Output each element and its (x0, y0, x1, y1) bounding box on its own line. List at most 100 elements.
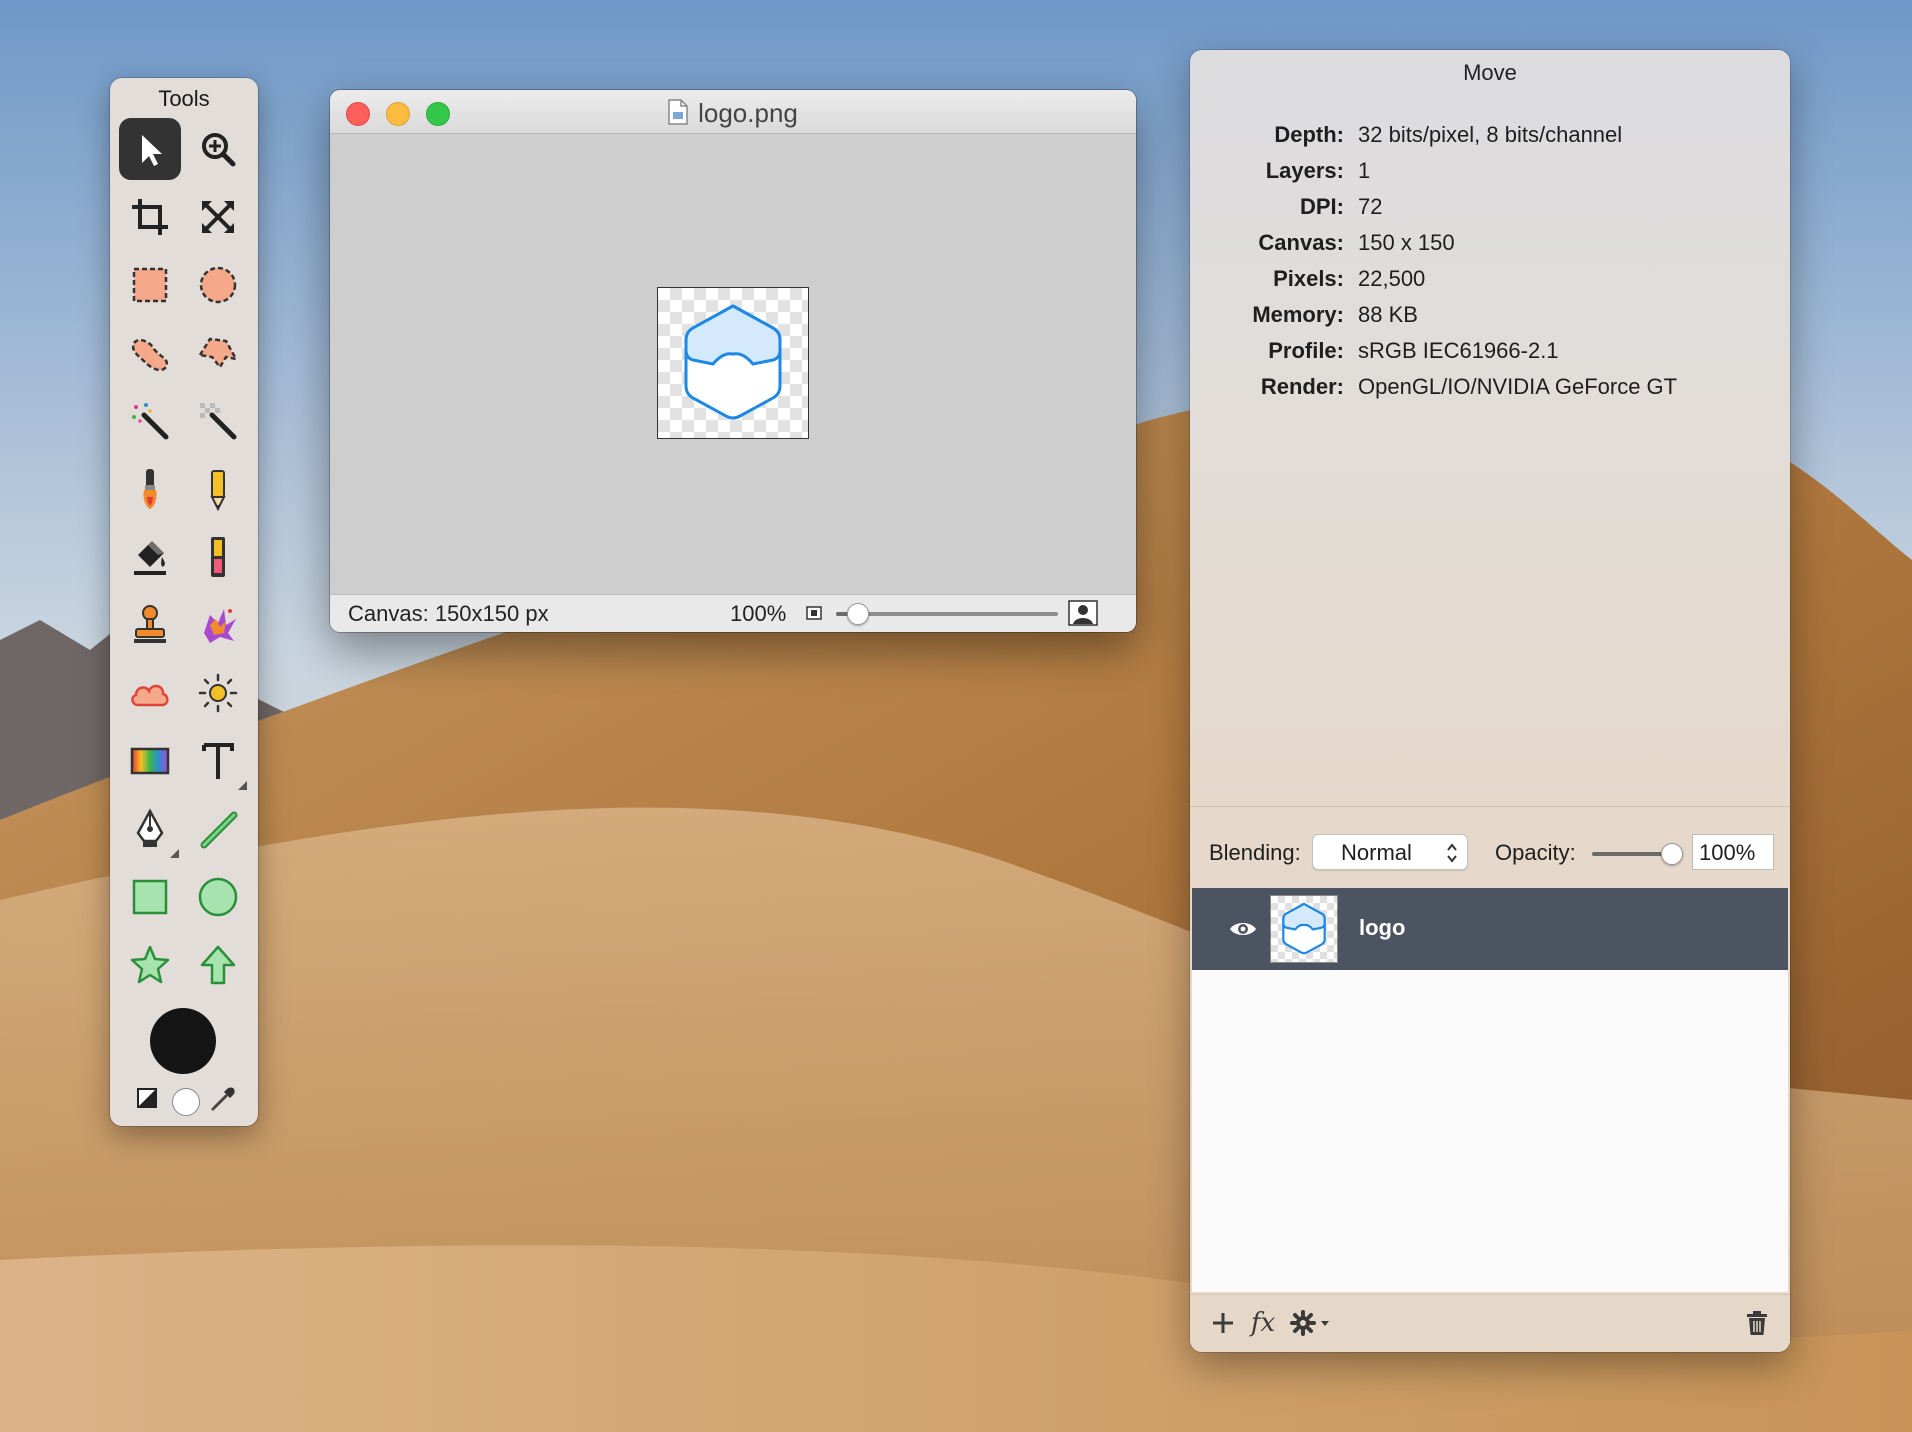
opacity-slider-thumb[interactable] (1661, 843, 1683, 865)
rectangle-shape-tool[interactable] (119, 866, 181, 928)
cube-logo-image (684, 304, 782, 420)
cloud-icon (131, 684, 169, 707)
secondary-color-well[interactable] (172, 1088, 200, 1116)
lasso-icon (131, 338, 169, 372)
zoom-tool[interactable] (187, 118, 249, 180)
rect-selection-icon (132, 267, 168, 303)
clone-stamp-tool[interactable] (119, 594, 181, 656)
ellipse-select-tool[interactable] (187, 254, 249, 316)
info-value: 88 KB (1358, 302, 1418, 327)
zoom-out-image-icon[interactable] (806, 605, 822, 621)
eyedropper-icon[interactable] (208, 1084, 238, 1114)
info-label: DPI: (1300, 194, 1344, 219)
layer-effects-button[interactable]: fx (1248, 1308, 1278, 1338)
submenu-indicator (170, 849, 179, 858)
document-title: logo.png (330, 98, 1136, 129)
layer-options-button[interactable] (1290, 1308, 1338, 1338)
retouch-tool[interactable] (187, 594, 249, 656)
brush-tool[interactable] (119, 458, 181, 520)
info-row-render: Render: OpenGL/IO/NVIDIA GeForce GT (1190, 374, 1790, 410)
canvas-size-label: Canvas: 150x150 px (348, 601, 549, 626)
zoom-slider-thumb[interactable] (847, 603, 870, 625)
fill-tool[interactable] (119, 526, 181, 588)
pencil-icon (210, 470, 226, 511)
opacity-field[interactable]: 100% (1692, 834, 1774, 870)
info-value: sRGB IEC61966-2.1 (1358, 338, 1559, 363)
inspector-panel: Move Depth: 32 bits/pixel, 8 bits/channe… (1190, 50, 1790, 1352)
tools-palette: Tools (110, 78, 258, 1126)
arrow-pointer-icon (142, 135, 162, 166)
cloud-tool[interactable] (119, 662, 181, 724)
star-shape-tool[interactable] (119, 934, 181, 996)
info-row-pixels: Pixels: 22,500 (1190, 266, 1790, 302)
layer-row[interactable]: logo (1192, 888, 1788, 970)
submenu-indicator (238, 781, 247, 790)
plus-icon (1213, 1313, 1233, 1333)
info-value: 22,500 (1358, 266, 1426, 291)
trash-icon (1747, 1311, 1767, 1335)
layers-footer: fx (1190, 1294, 1790, 1352)
paint-bucket-icon (134, 541, 166, 575)
panel-title: Move (1463, 60, 1517, 85)
polygon-lasso-icon (197, 337, 239, 370)
polygon-lasso-tool[interactable] (187, 322, 249, 384)
text-tool[interactable] (187, 730, 249, 792)
ellipse-selection-icon (199, 266, 237, 304)
arrow-shape-tool[interactable] (187, 934, 249, 996)
sun-tool[interactable] (187, 662, 249, 724)
blending-mode-select[interactable]: Normal (1312, 834, 1468, 870)
pen-tool[interactable] (119, 798, 181, 860)
move-tool[interactable] (119, 118, 181, 180)
info-value: 150 x 150 (1358, 230, 1455, 255)
crop-tool[interactable] (119, 186, 181, 248)
info-label: Layers: (1265, 158, 1344, 183)
ellipse-shape-tool[interactable] (187, 866, 249, 928)
info-row-dpi: DPI: 72 (1190, 194, 1790, 230)
rectangle-icon (132, 879, 168, 915)
info-value: 32 bits/pixel, 8 bits/channel (1358, 122, 1623, 147)
info-row-layers: Layers: 1 (1190, 158, 1790, 194)
eraser-icon (211, 537, 225, 577)
zoom-in-image-icon[interactable] (1068, 600, 1098, 626)
eraser-tool[interactable] (187, 526, 249, 588)
swap-colors-icon[interactable] (137, 1088, 157, 1108)
chevron-up-down-icon (1447, 843, 1457, 863)
crop-icon (132, 199, 168, 235)
add-layer-button[interactable] (1208, 1308, 1238, 1338)
document-title-text: logo.png (698, 98, 798, 128)
resize-tool[interactable] (187, 186, 249, 248)
info-label: Depth: (1274, 122, 1344, 147)
info-label: Render: (1260, 374, 1344, 399)
info-label: Canvas: (1258, 230, 1344, 255)
delete-layer-button[interactable] (1744, 1308, 1770, 1338)
info-row-depth: Depth: 32 bits/pixel, 8 bits/channel (1190, 122, 1790, 158)
info-value: 1 (1358, 158, 1371, 183)
line-tool[interactable] (187, 798, 249, 860)
document-window: logo.png Canvas: 150x150 px 100% (330, 90, 1136, 632)
blending-mode-value: Normal (1341, 840, 1412, 865)
opacity-slider[interactable] (1592, 843, 1683, 865)
pen-nib-icon (136, 808, 164, 847)
document-titlebar[interactable]: logo.png (330, 90, 1136, 134)
remove-background-tool[interactable] (187, 390, 249, 452)
eye-visibility-icon[interactable] (1228, 918, 1258, 940)
checker-wand-icon (200, 403, 237, 440)
image-canvas[interactable] (657, 287, 809, 439)
info-label: Pixels: (1273, 266, 1344, 291)
primary-color-well[interactable] (150, 1008, 216, 1074)
layers-list[interactable]: logo (1192, 888, 1788, 1292)
pencil-tool[interactable] (187, 458, 249, 520)
canvas-area[interactable] (330, 134, 1136, 594)
line-icon (200, 811, 238, 849)
lasso-tool[interactable] (119, 322, 181, 384)
expand-arrows-icon (202, 201, 234, 233)
zoom-slider[interactable] (836, 603, 1058, 625)
layer-thumbnail (1270, 895, 1338, 963)
sun-icon (198, 673, 238, 713)
magic-wand-tool[interactable] (119, 390, 181, 452)
panel-divider (1190, 806, 1790, 807)
gradient-tool[interactable] (119, 730, 181, 792)
info-value: OpenGL/IO/NVIDIA GeForce GT (1358, 374, 1678, 399)
rect-select-tool[interactable] (119, 254, 181, 316)
gear-icon (1290, 1310, 1329, 1336)
